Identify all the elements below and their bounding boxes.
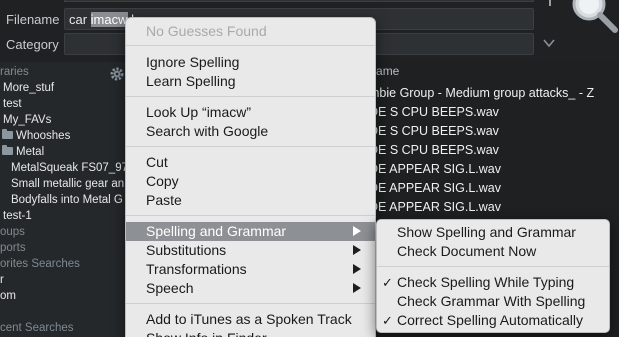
sidebar-item-whooshes[interactable]: Whooshes <box>2 129 70 142</box>
sidebar-header-libraries: raries <box>0 66 29 78</box>
sidebar-item-my-favs[interactable]: My_FAVs <box>3 114 51 126</box>
menu-item-substitutions[interactable]: Substitutions <box>126 241 375 260</box>
app-window: Filename car imacw large Category raries… <box>0 0 619 337</box>
menu-item-paste[interactable]: Paste <box>126 191 375 210</box>
menu-item-show-info-finder[interactable]: Show Info in Finder <box>126 329 375 337</box>
submenu-separator <box>377 266 609 267</box>
menu-item-cut[interactable]: Cut <box>126 153 375 172</box>
submenu-arrow-icon <box>353 264 361 274</box>
context-menu: No Guesses Found Ignore Spelling Learn S… <box>125 17 376 337</box>
menu-item-search-google[interactable]: Search with Google <box>126 122 375 141</box>
chevron-down-icon[interactable] <box>543 38 555 48</box>
menu-separator <box>126 215 375 216</box>
menu-item-spelling-and-grammar[interactable]: Spelling and Grammar <box>126 222 375 241</box>
sidebar-header-recent-searches: cent Searches <box>0 322 74 334</box>
sidebar-item-test-1[interactable]: test-1 <box>3 210 32 222</box>
submenu-arrow-icon <box>353 226 361 236</box>
sidebar-item-more-stuf[interactable]: More_stuf <box>3 82 54 94</box>
folder-icon <box>2 129 13 139</box>
menu-item-ignore-spelling[interactable]: Ignore Spelling <box>126 53 375 72</box>
menu-item-add-to-itunes[interactable]: Add to iTunes as a Spoken Track <box>126 310 375 329</box>
settings-gear-icon[interactable] <box>109 66 125 82</box>
filename-label: Filename <box>6 12 60 27</box>
menu-item-copy[interactable]: Copy <box>126 172 375 191</box>
menu-separator <box>126 96 375 97</box>
menu-item-no-guesses: No Guesses Found <box>146 23 267 39</box>
submenu-item-check-grammar[interactable]: Check Grammar With Spelling <box>377 292 609 311</box>
menu-item-speech[interactable]: Speech <box>126 279 375 298</box>
sidebar-item-small-metallic-gear[interactable]: Small metallic gear an <box>11 178 124 190</box>
sidebar-item-om[interactable]: om <box>0 290 16 302</box>
file-row[interactable]: DE APPEAR SIG.L.wav <box>369 200 501 214</box>
menu-separator <box>126 146 375 147</box>
spelling-submenu: Show Spelling and Grammar Check Document… <box>376 219 610 333</box>
submenu-arrow-icon <box>353 283 361 293</box>
previous-field[interactable] <box>64 0 534 2</box>
file-row[interactable]: DE S CPU BEEPS.wav <box>369 124 499 138</box>
menu-item-learn-spelling[interactable]: Learn Spelling <box>126 72 375 91</box>
checkmark-icon: ✓ <box>382 275 393 290</box>
submenu-arrow-icon <box>353 245 361 255</box>
sidebar-item-test[interactable]: test <box>3 98 22 110</box>
sidebar-item-r[interactable]: r <box>0 274 4 286</box>
sidebar-header-imports: ports <box>0 242 26 254</box>
menu-separator <box>126 45 375 46</box>
sidebar-header-groups: oups <box>0 226 25 238</box>
file-row[interactable]: DE S CPU BEEPS.wav <box>369 143 499 157</box>
submenu-item-check-document-now[interactable]: Check Document Now <box>377 242 609 261</box>
sidebar-item-metal[interactable]: Metal <box>2 145 44 158</box>
menu-item-transformations[interactable]: Transformations <box>126 260 375 279</box>
submenu-item-show-spelling-grammar[interactable]: Show Spelling and Grammar <box>377 223 609 242</box>
file-row[interactable]: DE APPEAR SIG.L.wav <box>369 162 501 176</box>
category-label: Category <box>6 37 59 52</box>
menu-separator <box>126 303 375 304</box>
sidebar-item-bodyfalls[interactable]: Bodyfalls into Metal G <box>11 194 123 206</box>
filename-text-prefix: car <box>69 12 91 27</box>
sidebar-item-metalsqueak[interactable]: MetalSqueak FS07_97 <box>11 162 128 174</box>
file-row[interactable]: mbie Group - Medium group attacks_ - Z <box>369 86 594 100</box>
file-row[interactable]: DE APPEAR SIG.L.wav <box>369 181 501 195</box>
file-row[interactable]: DE S CPU BEEPS.wav <box>369 105 499 119</box>
menu-item-look-up[interactable]: Look Up “imacw” <box>126 103 375 122</box>
sidebar-header-favorite-searches: orites Searches <box>0 258 80 270</box>
filename-selected-word: imacw <box>90 12 128 27</box>
submenu-item-correct-automatically[interactable]: ✓ Correct Spelling Automatically <box>377 311 609 330</box>
checkmark-icon: ✓ <box>382 313 393 328</box>
divider-mark <box>549 0 551 6</box>
submenu-item-check-spelling-typing[interactable]: ✓ Check Spelling While Typing <box>377 273 609 292</box>
folder-icon <box>2 145 13 155</box>
magnifier-icon[interactable] <box>569 0 619 34</box>
